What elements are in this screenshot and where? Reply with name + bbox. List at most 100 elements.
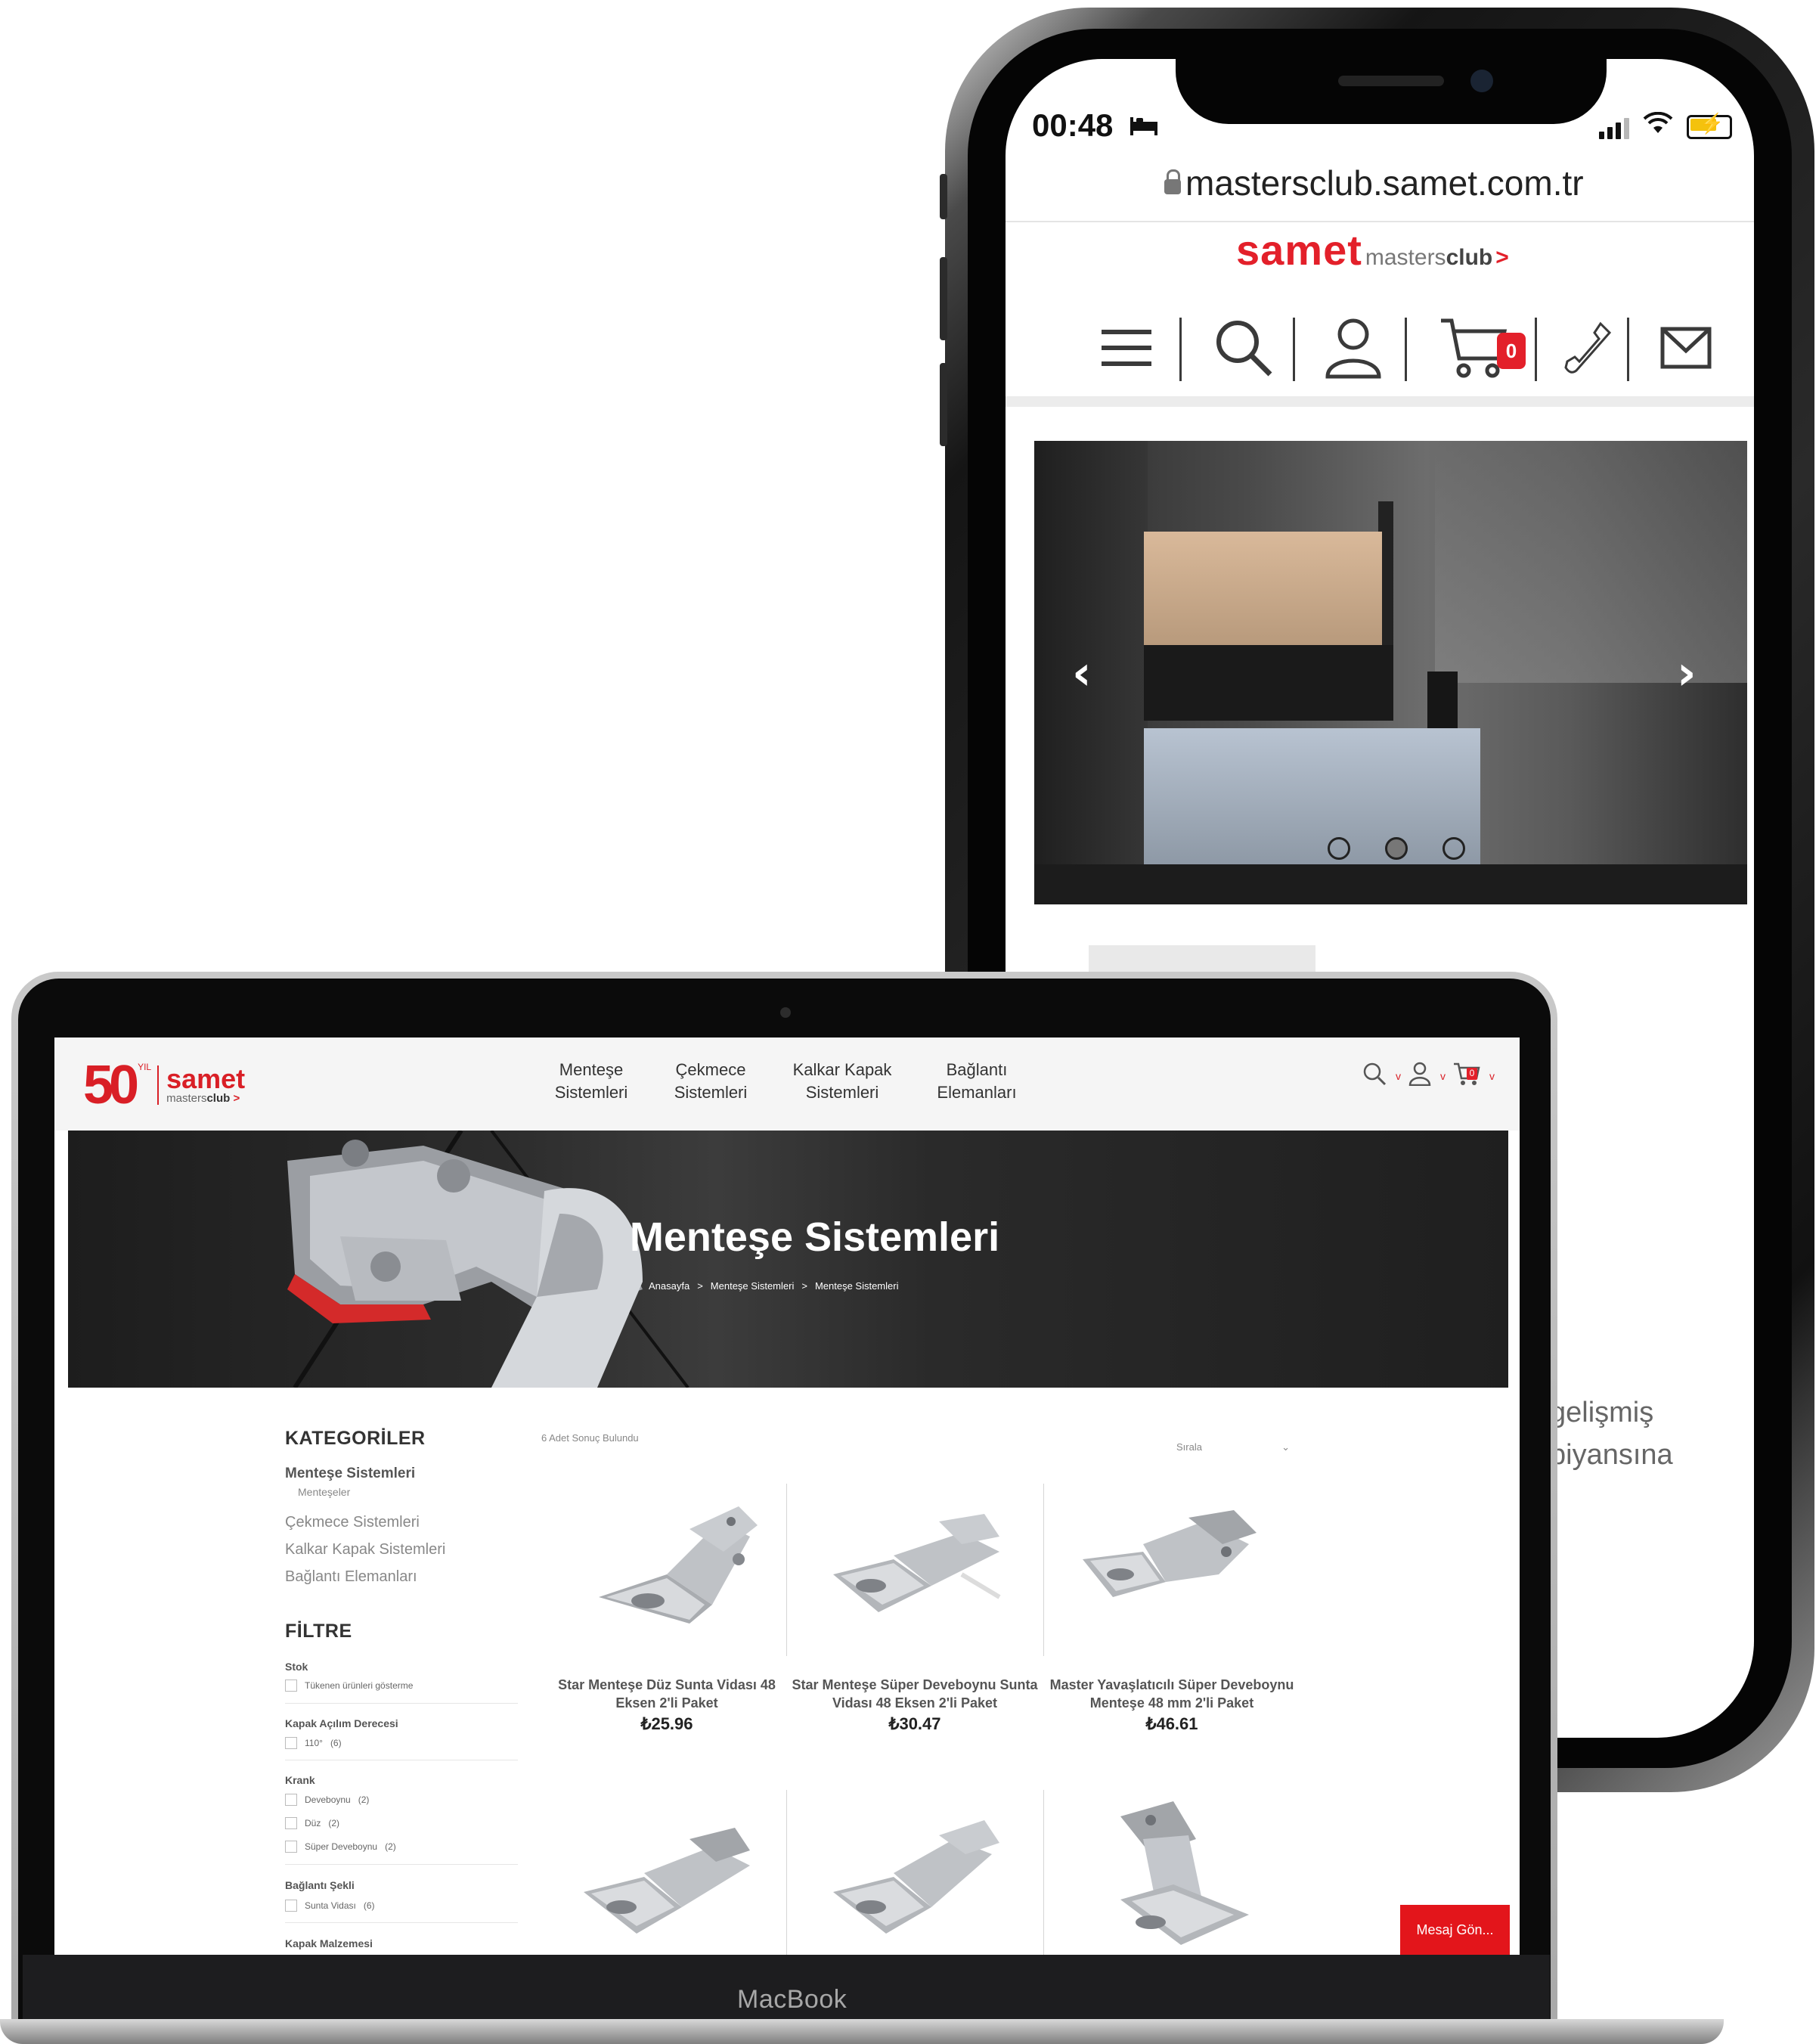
category-cekmece-sistemleri[interactable]: Çekmece Sistemleri [285, 1514, 420, 1531]
breadcrumb-separator: > [697, 1280, 703, 1292]
product-image[interactable] [810, 1801, 1022, 1955]
sort-select[interactable]: Sırala ⌄ [1176, 1441, 1290, 1453]
checkbox[interactable] [285, 1737, 297, 1749]
product-image[interactable] [810, 1491, 1022, 1650]
logo-club: mastersclub > [166, 1091, 240, 1105]
chevron-down-icon: v [1440, 1069, 1446, 1082]
filter-kapak-acilim-title: Kapak Açılım Derecesi [285, 1717, 398, 1729]
breadcrumb-home-link[interactable]: Anasayfa [649, 1280, 689, 1292]
hero-slider[interactable]: ‹ › [1034, 441, 1747, 904]
nav-cekmece-sistemleri[interactable]: Çekmece Sistemleri [643, 1059, 779, 1104]
slide-image-drawer-bottom [1144, 728, 1480, 864]
search-icon[interactable] [1202, 310, 1285, 386]
toolbar-divider [1535, 318, 1537, 381]
category-hero-banner: Menteşe Sistemleri Anasayfa > Menteşe Si… [68, 1131, 1508, 1388]
cart-icon[interactable]: 0 [1453, 1062, 1480, 1090]
category-mentese-sistemleri[interactable]: Menteşe Sistemleri [285, 1466, 415, 1482]
product-name[interactable]: Star Menteşe Düz Sunta Vidası 48 Eksen 2… [538, 1676, 795, 1712]
slider-dot[interactable] [1328, 837, 1350, 860]
subcategory-menteseler[interactable]: Menteşeler [298, 1486, 350, 1498]
slide-image-drawer-frame [1144, 645, 1393, 721]
status-time: 00:48 [1032, 107, 1114, 143]
user-icon[interactable] [1312, 310, 1395, 386]
user-icon[interactable] [1408, 1062, 1431, 1090]
filter-heading: FİLTRE [285, 1621, 352, 1642]
logo-club: mastersclub [1365, 245, 1493, 270]
slide-image-drawer-handle [1427, 672, 1458, 732]
mobile-logo[interactable]: samet mastersclub > [1236, 225, 1509, 274]
filter-option[interactable]: Tükenen ürünleri gösterme [285, 1680, 413, 1692]
toolbar-divider [1405, 318, 1407, 381]
filter-option[interactable]: Deveboynu (2) [285, 1794, 369, 1806]
mail-icon[interactable] [1648, 310, 1724, 386]
product-image[interactable] [576, 1491, 788, 1650]
checkbox[interactable] [285, 1794, 297, 1806]
address-bar-divider [1006, 221, 1754, 222]
nav-kalkar-kapak-sistemleri[interactable]: Kalkar Kapak Sistemleri [774, 1059, 910, 1104]
slide-image-floor [1034, 864, 1747, 904]
logo-arrow: > [1495, 245, 1509, 270]
slider-dot[interactable] [1442, 837, 1465, 860]
site-logo[interactable]: 50 YIL samet mastersclub > [83, 1054, 245, 1116]
logo-brand: samet [1236, 226, 1362, 274]
product-name[interactable]: Master Yavaşlatıcılı Süper Deveboynu Men… [1043, 1676, 1300, 1712]
menu-icon[interactable] [1089, 310, 1164, 386]
partial-heading [1089, 945, 1315, 975]
logo-brand: samet [166, 1062, 246, 1094]
results-count: 6 Adet Sonuç Bulundu [541, 1432, 639, 1444]
filter-stok-title: Stok [285, 1661, 308, 1673]
product-divider [1043, 1790, 1044, 1955]
filter-option[interactable]: Düz (2) [285, 1817, 339, 1829]
filter-krank-title: Krank [285, 1774, 315, 1786]
sleep-mode-icon [1129, 112, 1159, 144]
category-kalkar-kapak-sistemleri[interactable]: Kalkar Kapak Sistemleri [285, 1541, 445, 1559]
mobile-toolbar: 0 [1089, 310, 1724, 393]
cellular-signal-icon [1599, 118, 1629, 139]
product-price: ₺25.96 [640, 1714, 693, 1733]
search-icon[interactable] [1362, 1062, 1387, 1090]
product-image[interactable] [1075, 1794, 1287, 1953]
chevron-down-icon: v [1396, 1069, 1401, 1082]
product-price: ₺30.47 [888, 1714, 941, 1733]
toolbar-divider [1179, 318, 1182, 381]
checkbox[interactable] [285, 1680, 297, 1692]
product-name[interactable]: Star Menteşe Süper Deveboynu Sunta Vidas… [786, 1676, 1043, 1712]
filter-divider [285, 1922, 518, 1923]
slider-prev-icon[interactable]: ‹ [1072, 645, 1092, 700]
lock-icon [1164, 169, 1181, 194]
filter-option[interactable]: Sunta Vidası (6) [285, 1900, 375, 1912]
site-header: 50 YIL samet mastersclub > Menteşe Siste… [54, 1038, 1520, 1131]
product-image[interactable] [1068, 1491, 1279, 1650]
filter-option[interactable]: Süper Deveboynu (2) [285, 1841, 396, 1853]
phone-icon[interactable] [1550, 310, 1625, 386]
front-camera [1470, 70, 1493, 92]
slider-dot-active[interactable] [1385, 837, 1408, 860]
battery-icon: ⚡ [1687, 112, 1732, 139]
nav-mentese-sistemleri[interactable]: Menteşe Sistemleri [523, 1059, 659, 1104]
anniversary-yil: YIL [138, 1062, 152, 1072]
checkbox[interactable] [285, 1841, 297, 1853]
laptop-camera [780, 1007, 791, 1018]
filter-option[interactable]: 110° (6) [285, 1737, 342, 1749]
product-price: ₺46.61 [1145, 1714, 1198, 1733]
product-image[interactable] [561, 1801, 773, 1955]
phone-side-button [940, 174, 947, 219]
breadcrumb-category-link[interactable]: Menteşe Sistemleri [711, 1280, 795, 1292]
send-message-button[interactable]: Mesaj Gön... [1400, 1905, 1510, 1955]
checkbox[interactable] [285, 1817, 297, 1829]
cart-icon[interactable]: 0 [1429, 310, 1526, 386]
phone-volume-down-button [940, 363, 947, 446]
url-text: mastersclub.samet.com.tr [1185, 163, 1584, 203]
address-bar[interactable]: mastersclub.samet.com.tr [1164, 163, 1584, 203]
toolbar-divider [1293, 318, 1295, 381]
toolbar-shadow-band [1006, 396, 1754, 407]
filter-kapak-malzemesi-title: Kapak Malzemesi [285, 1937, 373, 1949]
slider-next-icon[interactable]: › [1677, 645, 1697, 700]
nav-baglanti-elemanlari[interactable]: Bağlantı Elemanları [909, 1059, 1045, 1104]
page-title: Menteşe Sistemleri [629, 1214, 1000, 1260]
category-baglanti-elemanlari[interactable]: Bağlantı Elemanları [285, 1568, 417, 1586]
checkbox[interactable] [285, 1900, 297, 1912]
product-divider [1043, 1484, 1044, 1656]
anniversary-mark: 50 [83, 1055, 139, 1115]
toolbar-divider [1627, 318, 1629, 381]
